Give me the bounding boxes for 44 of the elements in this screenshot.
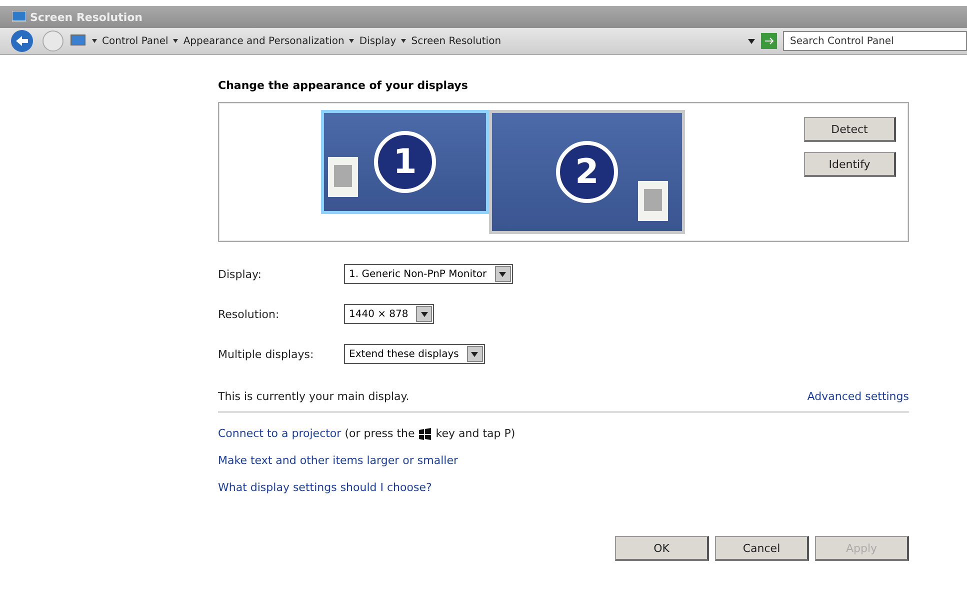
- dialog-button[interactable]: OK: [615, 536, 709, 561]
- window-title: Screen Resolution: [30, 10, 143, 24]
- advanced-settings-link[interactable]: Advanced settings: [807, 390, 909, 403]
- caret-icon: [420, 312, 428, 316]
- setting-label: Multiple displays:: [218, 348, 315, 360]
- forward-icon[interactable]: [42, 30, 64, 52]
- dropdown[interactable]: 1. Generic Non-PnP Monitor: [344, 264, 513, 284]
- status-text: This is currently your main display.: [218, 390, 410, 403]
- setting-label: Resolution:: [218, 308, 280, 320]
- help-link[interactable]: What display settings should I choose?: [218, 481, 432, 494]
- hint-text: key and tap P): [436, 427, 516, 440]
- caret-icon: [499, 272, 506, 276]
- dialog-button[interactable]: Cancel: [715, 536, 809, 561]
- monitor-icon: [70, 34, 86, 48]
- monitor-icon: [12, 11, 26, 23]
- dropdown[interactable]: Extend these displays: [344, 344, 485, 364]
- breadcrumb-item[interactable]: Appearance and Personalization: [183, 36, 344, 46]
- refresh-icon[interactable]: [761, 33, 777, 49]
- hint-text: (or press the: [344, 427, 415, 440]
- caret-icon: [748, 38, 755, 44]
- monitor-tile[interactable]: 1: [321, 110, 489, 214]
- panel-button[interactable]: Identify: [804, 152, 896, 177]
- help-link[interactable]: Make text and other items larger or smaller: [218, 454, 458, 467]
- back-icon[interactable]: [10, 29, 36, 53]
- windows-key-icon: [418, 428, 432, 440]
- projector-link[interactable]: Connect to a projector: [218, 427, 342, 440]
- monitor-tile[interactable]: 2: [489, 110, 685, 234]
- window-icon: [638, 181, 668, 221]
- breadcrumb-item[interactable]: Display: [359, 36, 396, 46]
- window-icon: [328, 157, 358, 197]
- caret-icon: [349, 38, 354, 44]
- caret-icon: [173, 38, 178, 44]
- caret-icon: [471, 352, 478, 356]
- caret-icon: [401, 38, 406, 44]
- search-field[interactable]: Search Control Panel: [783, 31, 967, 51]
- section-heading: Change the appearance of your displays: [218, 79, 469, 92]
- dropdown[interactable]: 1440 × 878: [344, 304, 434, 324]
- breadcrumb-item[interactable]: Screen Resolution: [411, 36, 502, 46]
- caret-icon: [92, 38, 97, 44]
- monitor-number: 2: [556, 141, 618, 203]
- setting-label: Display:: [218, 268, 262, 280]
- panel-button[interactable]: Detect: [804, 117, 896, 142]
- breadcrumb-item[interactable]: Control Panel: [102, 36, 168, 46]
- monitor-number: 1: [374, 131, 436, 193]
